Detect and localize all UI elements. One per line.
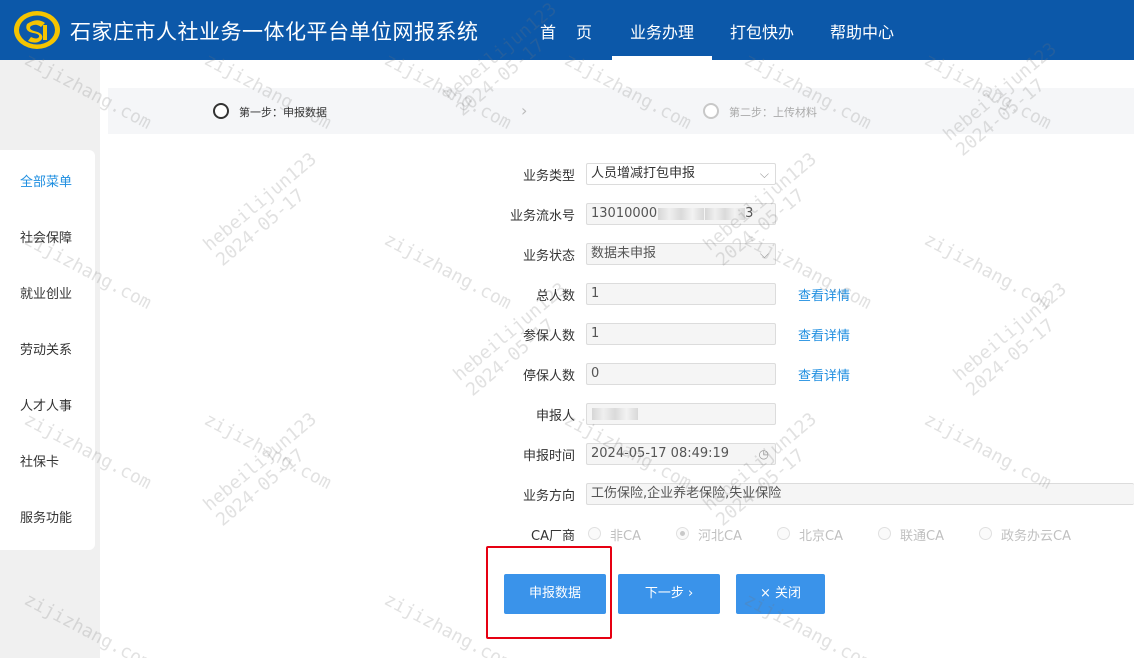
nav-help-center[interactable]: 帮助中心 bbox=[812, 0, 912, 60]
step-arrow-icon: › bbox=[521, 101, 528, 120]
close-button[interactable]: × 关闭 bbox=[736, 574, 825, 614]
nav-home[interactable]: 首页 bbox=[522, 0, 612, 60]
sidebar-item-ss-card[interactable]: 社保卡 bbox=[20, 451, 59, 470]
insured-field: 1 bbox=[586, 323, 776, 345]
sidebar-item-talent[interactable]: 人才人事 bbox=[20, 395, 72, 414]
top-nav: 首页 业务办理 打包快办 帮助中心 bbox=[522, 0, 912, 60]
serial-field: 13010000 3 bbox=[586, 203, 776, 225]
chevron-down-icon: ⌵ bbox=[759, 167, 769, 181]
clock-icon: ◷ bbox=[758, 447, 769, 461]
nav-quick-package[interactable]: 打包快办 bbox=[712, 0, 812, 60]
total-label: 总人数 bbox=[535, 289, 575, 304]
sidebar-item-all-menu[interactable]: 全部菜单 bbox=[20, 171, 72, 190]
direction-field: 工伤保险,企业养老保险,失业保险 bbox=[586, 483, 1134, 505]
redacted-block bbox=[658, 207, 705, 220]
ca-option-label: 河北CA bbox=[698, 529, 742, 544]
redacted-block bbox=[705, 207, 746, 220]
stopped-detail-link[interactable]: 查看详情 bbox=[798, 365, 850, 384]
total-detail-link[interactable]: 查看详情 bbox=[798, 285, 850, 304]
stopped-field: 0 bbox=[586, 363, 776, 385]
status-value: 数据未申报 bbox=[591, 246, 657, 261]
ca-radio-hebei[interactable] bbox=[676, 527, 689, 540]
ca-option-label: 非CA bbox=[610, 529, 641, 544]
biz-type-select[interactable]: 人员增减打包申报 ⌵ bbox=[586, 163, 776, 185]
total-field: 1 bbox=[586, 283, 776, 305]
app-title: 石家庄市人社业务一体化平台单位网报系统 bbox=[70, 20, 479, 44]
ca-radio-gov-cloud[interactable] bbox=[979, 527, 992, 540]
top-header: 石家庄市人社业务一体化平台单位网报系统 首页 业务办理 打包快办 帮助中心 bbox=[0, 0, 1134, 60]
time-field: 2024-05-17 08:49:19 ◷ bbox=[586, 443, 776, 465]
ca-radio-unicom[interactable] bbox=[878, 527, 891, 540]
main-panel: 第一步：申报数据 › 第二步：上传材料 业务类型 人员增减打包申报 ⌵ 业务流水… bbox=[100, 80, 1134, 658]
status-select: 数据未申报 ⌵ bbox=[586, 243, 776, 265]
nav-business[interactable]: 业务办理 bbox=[612, 0, 713, 60]
biz-type-label: 业务类型 bbox=[522, 169, 575, 184]
step-indicator: 第一步：申报数据 › 第二步：上传材料 bbox=[108, 88, 1134, 134]
sidebar-item-services[interactable]: 服务功能 bbox=[20, 507, 72, 526]
serial-value: 13010000 bbox=[591, 206, 658, 221]
direction-label: 业务方向 bbox=[522, 489, 575, 504]
redacted-block bbox=[592, 407, 638, 420]
time-label: 申报时间 bbox=[522, 449, 575, 464]
reporter-field bbox=[586, 403, 776, 425]
submit-data-button[interactable]: 申报数据 bbox=[504, 574, 606, 614]
top-strip bbox=[100, 60, 1134, 80]
time-value: 2024-05-17 08:49:19 bbox=[591, 446, 730, 461]
status-label: 业务状态 bbox=[522, 249, 575, 264]
step-1-circle-icon bbox=[213, 103, 229, 119]
sidebar-item-social-security[interactable]: 社会保障 bbox=[20, 227, 72, 246]
chevron-down-icon: ⌵ bbox=[759, 247, 769, 261]
sidebar-item-labor-relations[interactable]: 劳动关系 bbox=[20, 339, 72, 358]
next-step-button[interactable]: 下一步 › bbox=[618, 574, 720, 614]
serial-label: 业务流水号 bbox=[509, 209, 575, 224]
social-security-logo-icon bbox=[14, 11, 60, 49]
reporter-label: 申报人 bbox=[535, 409, 575, 424]
sidebar-item-employment[interactable]: 就业创业 bbox=[20, 283, 72, 302]
ca-option-label: 北京CA bbox=[799, 529, 843, 544]
step-2-circle-icon bbox=[703, 103, 719, 119]
step-2-label: 第二步：上传材料 bbox=[729, 106, 817, 119]
ca-option-label: 政务办云CA bbox=[1001, 529, 1071, 544]
insured-detail-link[interactable]: 查看详情 bbox=[798, 325, 850, 344]
serial-tail: 3 bbox=[745, 206, 754, 221]
stopped-label: 停保人数 bbox=[522, 369, 575, 384]
ca-radio-beijing[interactable] bbox=[777, 527, 790, 540]
insured-label: 参保人数 bbox=[522, 329, 575, 344]
ca-option-label: 联通CA bbox=[900, 529, 944, 544]
biz-type-value: 人员增减打包申报 bbox=[591, 166, 696, 181]
step-1-label: 第一步：申报数据 bbox=[239, 106, 327, 119]
sidebar-menu: 全部菜单 社会保障 就业创业 劳动关系 人才人事 社保卡 服务功能 bbox=[0, 150, 95, 550]
ca-radio-non-ca[interactable] bbox=[588, 527, 601, 540]
ca-label: CA厂商 bbox=[531, 529, 575, 544]
